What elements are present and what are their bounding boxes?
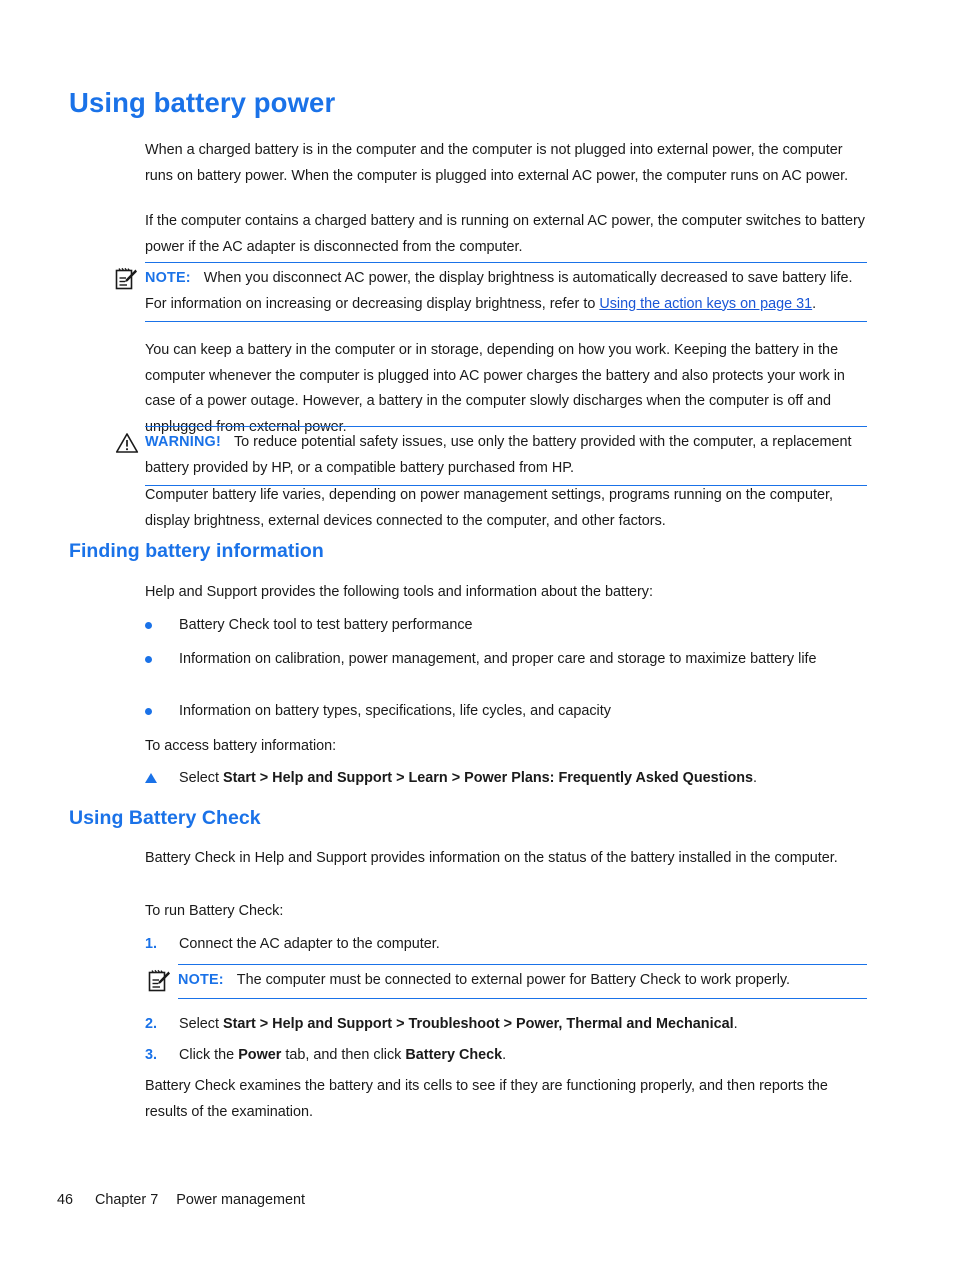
step-suffix: . (753, 770, 758, 786)
list-item-label: Information on calibration, power manage… (179, 651, 817, 667)
footer-chapter: Chapter 7 (95, 1192, 159, 1208)
procedure-single-step: Select Start > Help and Support > Learn … (145, 766, 867, 792)
warning-callout-body: To reduce potential safety issues, use o… (145, 434, 852, 476)
note-callout-2-body: The computer must be connected to extern… (236, 972, 791, 988)
warning-label: WARNING! (145, 434, 221, 450)
note-label: NOTE: (145, 270, 191, 286)
step-3-bold-power: Power (238, 1047, 282, 1063)
list-item-label: Information on battery types, specificat… (179, 703, 611, 719)
document-page: Using battery power When a charged batte… (0, 0, 954, 1270)
note-label: NOTE: (178, 972, 224, 988)
note-pad-pencil-icon (113, 266, 139, 292)
step-3-prefix: Click the (179, 1047, 239, 1063)
note-callout-2-text: NOTE: The computer must be connected to e… (178, 968, 867, 994)
section-heading-finding-battery-information: Finding battery information (69, 540, 324, 562)
paragraph-battery-storage: You can keep a battery in the computer o… (145, 342, 845, 435)
step-3-suffix: . (502, 1047, 507, 1063)
bullet-dot-icon (145, 622, 152, 629)
paragraph-battery-check-intro: Battery Check in Help and Support provid… (145, 850, 838, 866)
paragraph-help-support-tools: Help and Support provides the following … (145, 584, 653, 600)
paragraph-to-run-battery-check: To run Battery Check: (145, 903, 284, 919)
step-prefix: Select (179, 770, 223, 786)
step-2-suffix: . (733, 1016, 738, 1032)
step-menu-path: Start > Help and Support > Learn > Power… (223, 770, 754, 786)
step-3-middle: tab, and then click (281, 1047, 406, 1063)
note-callout-1-tail: . (812, 295, 817, 312)
list-item-label: Battery Check tool to test battery perfo… (179, 617, 473, 633)
paragraph-intro-1: When a charged battery is in the compute… (145, 142, 849, 184)
step-1-label: Connect the AC adapter to the computer. (179, 936, 440, 952)
step-number: 3. (145, 1047, 158, 1063)
paragraph-battery-check-results: Battery Check examines the battery and i… (145, 1078, 828, 1120)
step-number: 2. (145, 1016, 158, 1032)
warning-callout-text: WARNING! To reduce potential safety issue… (145, 430, 867, 481)
footer-page-number: 46 (57, 1192, 74, 1208)
warning-callout: WARNING! To reduce potential safety issue… (115, 426, 867, 486)
bullet-dot-icon (145, 656, 152, 663)
step-3-bold-battery-check: Battery Check (405, 1047, 503, 1063)
step-3-label: Click the Power tab, and then click Batt… (179, 1043, 867, 1069)
triangle-bullet-icon (145, 773, 157, 783)
footer-chapter-title: Power management (176, 1192, 306, 1208)
step-2-prefix: Select (179, 1016, 223, 1032)
note-callout-1: NOTE: When you disconnect AC power, the d… (115, 262, 867, 322)
note-callout-2: NOTE: The computer must be connected to e… (148, 964, 867, 999)
step-2-menu-path: Start > Help and Support > Troubleshoot … (223, 1016, 734, 1032)
procedure-step-1: 1. Connect the AC adapter to the compute… (145, 932, 867, 958)
page-title: Using battery power (69, 87, 336, 118)
step-number: 1. (145, 936, 158, 952)
bullet-dot-icon (145, 708, 152, 715)
cross-reference-link[interactable]: Using the action keys on page 31 (599, 296, 812, 312)
note-pad-pencil-icon (146, 968, 172, 994)
note-callout-1-text: NOTE: When you disconnect AC power, the d… (145, 266, 867, 317)
paragraph-access-battery-information: To access battery information: (145, 738, 337, 754)
paragraph-intro-2: If the computer contains a charged batte… (145, 213, 865, 255)
list-item: Information on calibration, power manage… (145, 647, 867, 673)
section-heading-using-battery-check: Using Battery Check (69, 807, 261, 829)
procedure-single-step-label: Select Start > Help and Support > Learn … (179, 766, 867, 792)
procedure-step-2: 2. Select Start > Help and Support > Tro… (145, 1012, 867, 1038)
warning-triangle-icon (115, 431, 141, 457)
page-footer: 46 Chapter 7 Power management (57, 1192, 305, 1208)
procedure-step-3: 3. Click the Power tab, and then click B… (145, 1043, 867, 1069)
list-item: Information on battery types, specificat… (145, 699, 867, 725)
paragraph-battery-life: Computer battery life varies, depending … (145, 487, 833, 529)
list-item: Battery Check tool to test battery perfo… (145, 613, 867, 639)
step-2-label: Select Start > Help and Support > Troubl… (179, 1012, 867, 1038)
